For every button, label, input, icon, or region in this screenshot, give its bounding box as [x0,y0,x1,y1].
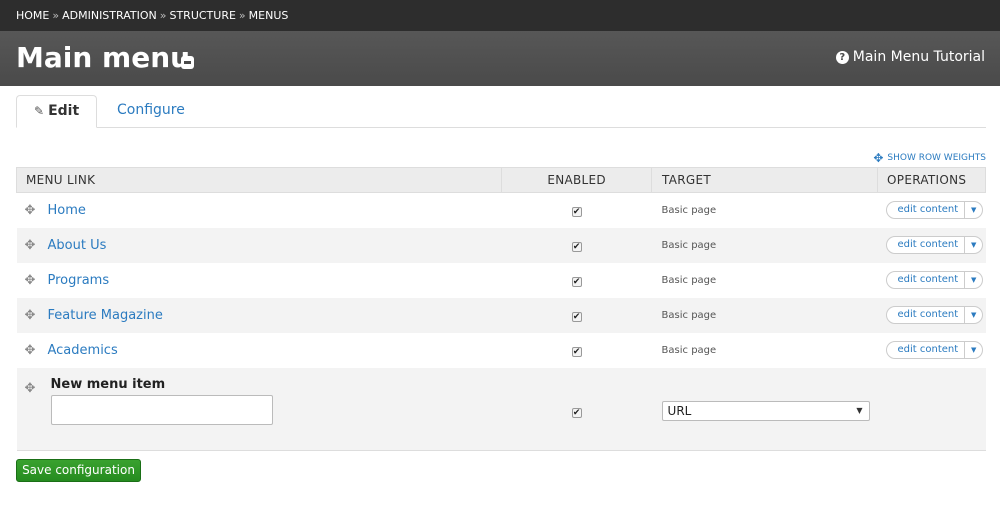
dropdown-arrow-icon[interactable]: ▼ [965,307,982,323]
move-icon: ✥ [873,151,884,165]
breadcrumb-separator: » [159,9,167,22]
menu-link[interactable]: Programs [48,273,110,288]
help-icon: ? [835,50,849,64]
tutorial-label: Main Menu Tutorial [852,49,985,65]
table-row: ✥ About Us ✔ Basic page edit content ▼ [16,227,986,263]
target-select-value: URL [667,403,692,418]
operations-dropbutton: edit content ▼ [885,236,984,254]
table-row: ✥ Home ✔ Basic page edit content ▼ [16,192,986,228]
table-row: ✥ Programs ✔ Basic page edit content ▼ [16,262,986,298]
drag-handle-icon[interactable]: ✥ [25,343,43,358]
target-type: Basic page [651,227,878,263]
tab-bar: ✎ Edit Configure [16,95,986,128]
target-type: Basic page [651,192,878,228]
enabled-checkbox[interactable]: ✔ [571,277,582,287]
enabled-checkbox[interactable]: ✔ [571,242,582,252]
menu-links-table: MENU LINK ENABLED TARGET OPERATIONS ✥ Hom… [15,167,986,451]
operations-dropbutton: edit content ▼ [885,306,984,324]
page-header: Main menu ? Main Menu Tutorial [0,31,1000,86]
edit-content-button[interactable]: edit content [887,307,966,323]
menu-link[interactable]: Home [48,203,86,218]
target-type: Basic page [651,332,878,368]
show-row-weights-link[interactable]: ✥ SHOW ROW WEIGHTS [873,151,986,165]
target-type: Basic page [651,262,878,298]
operations-dropbutton: edit content ▼ [885,271,984,289]
enabled-checkbox[interactable]: ✔ [571,312,582,322]
new-menu-item-label: New menu item [50,376,166,392]
operations-dropbutton: edit content ▼ [885,201,984,220]
drag-handle-icon[interactable]: ✥ [25,238,43,253]
enabled-checkbox[interactable]: ✔ [571,407,582,418]
tab-configure[interactable]: Configure [117,95,185,128]
edit-content-button[interactable]: edit content [887,237,966,253]
dropdown-arrow-icon[interactable]: ▼ [965,237,982,253]
breadcrumb: HOME» ADMINISTRATION» STRUCTURE» MENUS [16,9,288,22]
target-type: Basic page [651,297,878,333]
dropdown-arrow-icon[interactable]: ▼ [965,202,982,218]
new-menu-item-row: ✥ New menu item ✔ URL ▼ [16,367,986,451]
column-header-target: TARGET [651,167,879,193]
column-header-menu-link: MENU LINK [15,167,503,193]
select-caret-icon: ▼ [856,405,863,415]
breadcrumb-structure[interactable]: STRUCTURE [169,9,235,22]
menu-link[interactable]: Academics [48,343,118,358]
breadcrumb-bar: HOME» ADMINISTRATION» STRUCTURE» MENUS [0,0,1000,31]
edit-content-button[interactable]: edit content [887,202,966,219]
page-title: Main menu [16,41,191,74]
enabled-checkbox[interactable]: ✔ [571,347,582,357]
tutorial-link[interactable]: ? Main Menu Tutorial [835,49,985,65]
drag-handle-icon[interactable]: ✥ [25,203,43,218]
edit-content-button[interactable]: edit content [887,342,966,358]
tab-edit[interactable]: ✎ Edit [16,95,97,128]
pencil-icon: ✎ [34,104,45,118]
collapse-icon[interactable] [181,56,194,69]
drag-handle-icon[interactable]: ✥ [25,381,43,396]
show-row-weights-label: SHOW ROW WEIGHTS [887,153,986,163]
dropdown-arrow-icon[interactable]: ▼ [965,272,982,288]
breadcrumb-separator: » [52,9,60,22]
menu-link[interactable]: About Us [48,238,107,253]
operations-dropbutton: edit content ▼ [885,341,984,359]
breadcrumb-menus[interactable]: MENUS [249,9,289,22]
dropdown-arrow-icon[interactable]: ▼ [965,342,982,358]
column-header-enabled: ENABLED [501,167,653,193]
edit-content-button[interactable]: edit content [887,272,966,288]
drag-handle-icon[interactable]: ✥ [25,273,43,288]
breadcrumb-separator: » [238,9,246,22]
breadcrumb-administration[interactable]: ADMINISTRATION [62,9,157,22]
column-header-operations: OPERATIONS [877,167,986,193]
table-row: ✥ Feature Magazine ✔ Basic page edit cont… [16,297,986,333]
breadcrumb-home[interactable]: HOME [16,9,49,22]
save-configuration-button[interactable]: Save configuration [16,459,141,482]
target-select[interactable]: URL ▼ [661,400,870,421]
drag-handle-icon[interactable]: ✥ [25,308,43,323]
table-row: ✥ Academics ✔ Basic page edit content ▼ [16,332,986,368]
new-menu-item-input[interactable] [50,394,273,425]
tab-edit-label: Edit [48,103,80,119]
enabled-checkbox[interactable]: ✔ [571,207,582,218]
menu-link[interactable]: Feature Magazine [48,308,163,323]
